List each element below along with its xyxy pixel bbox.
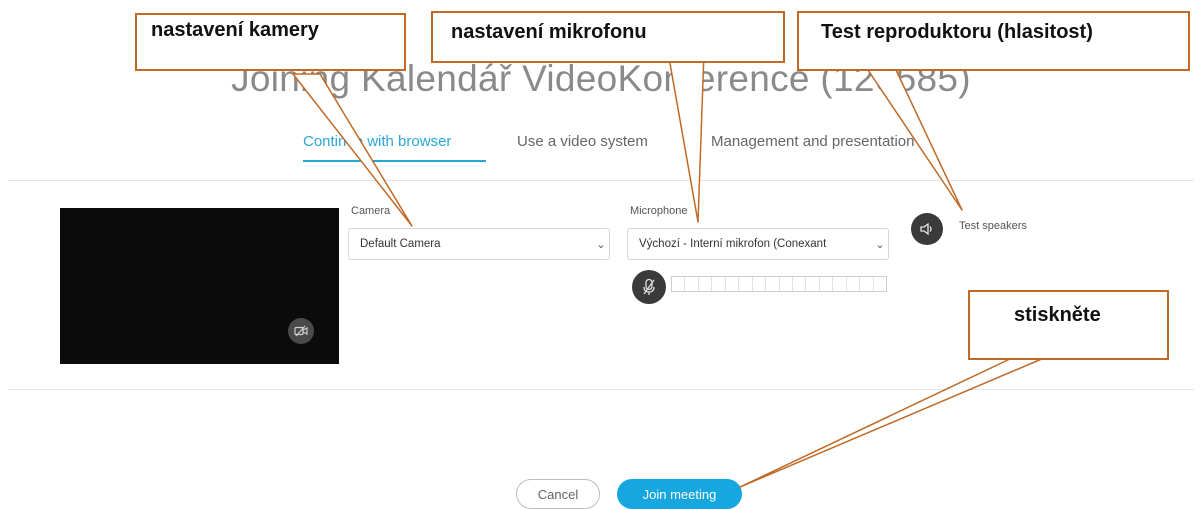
microphone-mute-button[interactable] [632, 270, 666, 304]
tab-management-and-presentation[interactable]: Management and presentation [711, 133, 914, 150]
join-callout-arrow [739, 357, 1045, 488]
microphone-level-meter [671, 276, 887, 292]
tab-continue-with-browser[interactable]: Continue with browser [303, 133, 451, 150]
bottom-divider [8, 389, 1194, 390]
test-speakers-label[interactable]: Test speakers [959, 220, 1027, 232]
test-speakers-button[interactable] [911, 213, 943, 245]
microphone-label: Microphone [630, 205, 688, 217]
chevron-down-icon: ⌄ [875, 238, 885, 251]
camera-off-icon [294, 325, 308, 337]
camera-annotation: nastavení kamery [135, 13, 406, 71]
microphone-annotation: nastavení mikrofonu [431, 11, 785, 63]
join-annotation: stiskněte [968, 290, 1169, 360]
speakers-annotation: Test reproduktoru (hlasitost) [797, 11, 1190, 71]
top-divider [8, 180, 1194, 181]
camera-toggle-button[interactable] [288, 318, 314, 344]
camera-label: Camera [351, 205, 391, 217]
camera-select-value: Default Camera [360, 238, 441, 250]
microphone-select[interactable]: Výchozí - Interní mikrofon (Conexant ⌄ [627, 228, 889, 260]
join-meeting-button[interactable]: Join meeting [617, 479, 742, 509]
tab-use-video-system[interactable]: Use a video system [517, 133, 648, 150]
chevron-down-icon: ⌄ [596, 238, 606, 251]
cancel-button[interactable]: Cancel [516, 479, 600, 509]
speaker-icon [920, 222, 932, 236]
active-tab-indicator [303, 160, 486, 162]
camera-select[interactable]: Default Camera ⌄ [348, 228, 610, 260]
mic-muted-icon [643, 278, 655, 295]
microphone-select-value: Výchozí - Interní mikrofon (Conexant [639, 238, 827, 250]
